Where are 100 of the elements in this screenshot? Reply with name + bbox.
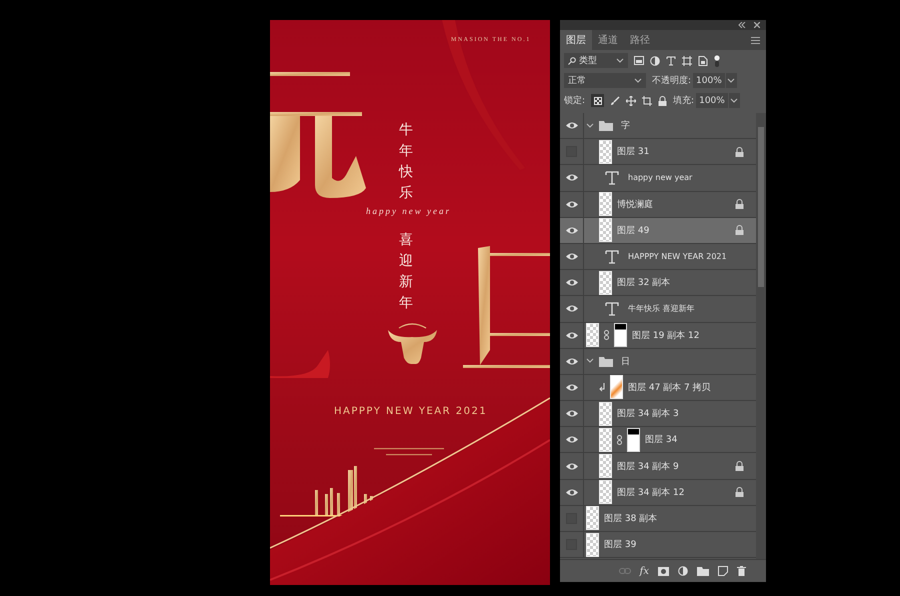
fill-field[interactable]: 100% <box>696 93 728 108</box>
poster-vertical-text: 喜迎新年 <box>399 231 413 313</box>
new-layer-icon[interactable] <box>718 566 728 576</box>
eye-icon[interactable] <box>564 409 578 418</box>
eye-icon[interactable] <box>564 252 578 262</box>
text-layer-icon <box>605 250 619 264</box>
layer-name: 图层 32 副本 <box>617 276 672 290</box>
chevron-icon <box>730 98 738 103</box>
layer-thumbnail <box>599 192 612 216</box>
trash-icon[interactable] <box>737 566 746 576</box>
eye-icon[interactable] <box>564 435 578 444</box>
close-icon[interactable] <box>754 22 760 28</box>
clip-arrow-icon <box>599 382 605 392</box>
filter-toggle-icon[interactable] <box>714 54 720 66</box>
layer-row[interactable]: 图层 34 副本 3 <box>560 401 756 428</box>
layer-row[interactable]: 日 <box>560 348 756 375</box>
layer-name: 图层 19 副本 12 <box>632 330 700 342</box>
lock-transparency-button[interactable] <box>591 94 604 107</box>
eye-icon[interactable] <box>564 200 578 209</box>
crop-icon[interactable] <box>642 96 652 106</box>
layer-name: 牛年快乐 喜迎新年 <box>628 303 696 314</box>
adjustment-filter-icon[interactable] <box>650 56 660 66</box>
opacity-dropdown-button[interactable] <box>726 73 737 88</box>
layer-name: 日 <box>621 356 631 368</box>
layer-thumbnail <box>599 428 612 452</box>
brush-icon[interactable] <box>610 96 620 106</box>
panel-tab[interactable]: 图层 <box>560 30 592 50</box>
pixel-filter-icon[interactable] <box>634 56 644 65</box>
eye-icon[interactable] <box>564 462 578 471</box>
layer-row[interactable]: 图层 38 副本 <box>560 506 756 532</box>
shape-filter-icon[interactable] <box>682 56 692 66</box>
layer-row[interactable]: 图层 32 副本 <box>560 270 756 296</box>
layer-row[interactable]: 图层 31 <box>560 139 756 166</box>
layer-thumbnail <box>586 532 599 557</box>
layer-thumbnail <box>610 375 623 400</box>
layer-row[interactable]: 图层 47 副本 7 拷贝 <box>560 374 756 402</box>
layer-name: 图层 49 <box>617 224 650 237</box>
adjustment-layer-icon[interactable] <box>678 566 688 576</box>
text-layer-icon <box>605 170 619 185</box>
folder-icon[interactable] <box>697 566 709 576</box>
layer-name: 图层 31 <box>617 146 650 158</box>
layer-row[interactable]: HAPPPY NEW YEAR 2021 <box>560 244 756 270</box>
eye-icon[interactable] <box>564 304 578 314</box>
move-icon[interactable] <box>626 96 636 106</box>
checker-icon <box>594 96 602 104</box>
eye-icon[interactable] <box>564 173 578 182</box>
opacity-label: 不透明度: <box>652 74 692 87</box>
layer-name: HAPPPY NEW YEAR 2021 <box>628 252 728 262</box>
eye-icon[interactable] <box>564 356 578 366</box>
layer-name: 图层 34 副本 12 <box>617 486 686 499</box>
layer-name: 博悦澜庭 <box>617 198 654 211</box>
eye-icon[interactable] <box>564 330 578 340</box>
chevron-icon <box>634 78 642 83</box>
layer-name: 图层 34 副本 3 <box>617 408 680 420</box>
layer-thumbnail <box>599 270 612 295</box>
eye-icon[interactable] <box>564 226 578 235</box>
eye-icon[interactable] <box>564 278 578 288</box>
layer-style-button[interactable]: fx <box>640 566 649 576</box>
fill-dropdown-button[interactable] <box>728 93 740 108</box>
blend-mode-dropdown[interactable]: 正常 <box>564 73 646 88</box>
smart-object-filter-icon[interactable] <box>698 56 708 66</box>
collapse-icon[interactable] <box>738 22 746 28</box>
opacity-field[interactable]: 100% <box>693 73 725 88</box>
menu-icon[interactable] <box>751 36 760 44</box>
layer-thumbnail <box>599 480 612 504</box>
mask-icon[interactable] <box>658 566 669 576</box>
layer-row[interactable]: happy new year <box>560 165 756 192</box>
panel-tab[interactable]: 路径 <box>624 30 656 50</box>
layer-name: 字 <box>621 120 631 132</box>
lock-icon[interactable] <box>658 96 668 106</box>
poster-vertical-text: 牛年快乐 <box>399 121 413 203</box>
layer-row[interactable]: 图层 34 副本 12 <box>560 480 756 506</box>
eye-icon[interactable] <box>564 382 578 392</box>
chevron-icon[interactable] <box>586 357 594 366</box>
link-icon <box>617 434 622 445</box>
layer-row[interactable]: 图层 34 <box>560 427 756 454</box>
chevron-icon <box>616 58 624 63</box>
layer-row[interactable]: 图层 49 <box>560 218 756 244</box>
layer-row[interactable]: 图层 19 副本 12 <box>560 322 756 349</box>
chevron-icon[interactable] <box>586 122 594 130</box>
layer-mask-thumbnail <box>614 323 627 348</box>
layer-thumbnail <box>599 218 612 242</box>
layer-thumbnail <box>599 402 612 426</box>
layer-row[interactable]: 图层 39 <box>560 532 756 558</box>
folder-icon <box>599 356 613 367</box>
layer-name: 图层 38 副本 <box>604 512 658 525</box>
filter-dropdown[interactable]: 类型 <box>564 53 628 68</box>
text-layer-icon <box>605 302 619 316</box>
fill-label: 填充: <box>673 94 694 107</box>
layer-row[interactable]: 字 <box>560 113 756 140</box>
layer-name: 图层 47 副本 7 拷贝 <box>628 382 712 394</box>
scrollbar-thumb[interactable] <box>758 127 764 287</box>
layer-thumbnail <box>586 323 599 348</box>
layer-thumbnail <box>599 454 612 478</box>
eye-icon[interactable] <box>564 488 578 497</box>
eye-icon[interactable] <box>564 121 578 130</box>
layer-row[interactable]: 图层 34 副本 9 <box>560 453 756 480</box>
scrollbar[interactable] <box>756 113 766 559</box>
type-filter-icon[interactable] <box>666 56 676 66</box>
panel-tab[interactable]: 通道 <box>592 30 624 50</box>
